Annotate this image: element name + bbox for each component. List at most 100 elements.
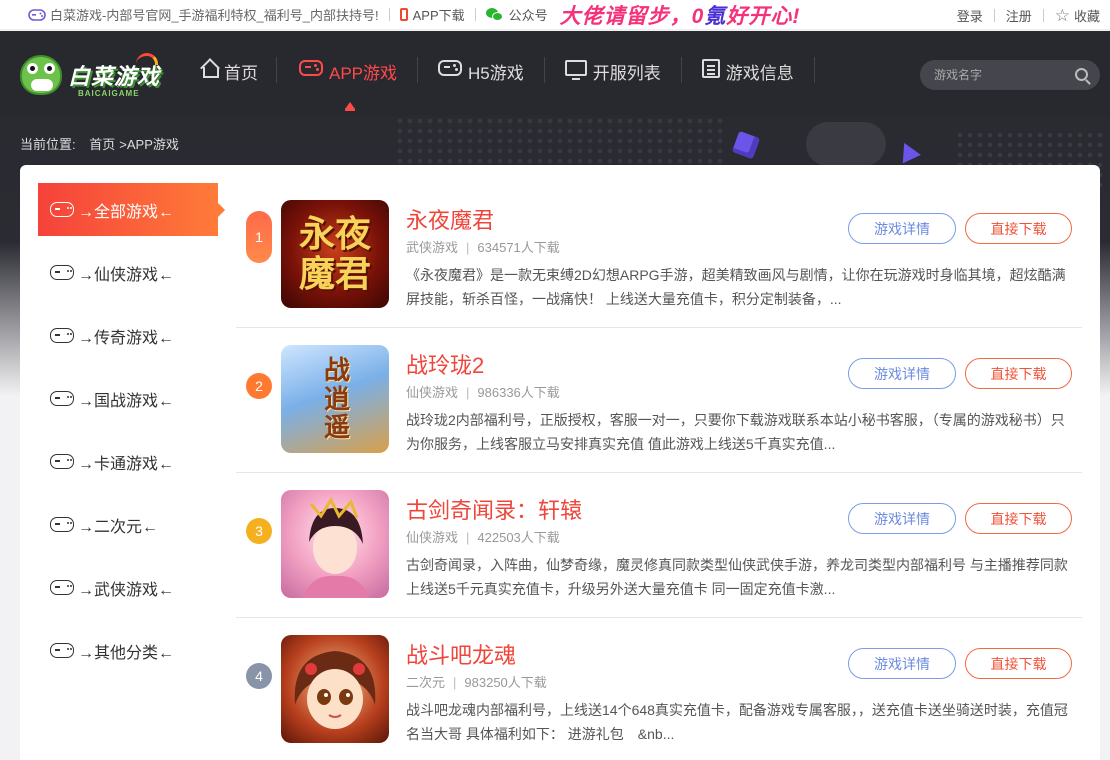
game-meta: 仙侠游戏 | 986336人下载 xyxy=(406,385,560,400)
download-button[interactable]: 直接下载 xyxy=(965,213,1072,244)
game-detail-button[interactable]: 游戏详情 xyxy=(848,213,956,244)
breadcrumb: 当前位置: 首页 >APP游戏 xyxy=(20,134,183,153)
sidebar-item-label: →二次元← xyxy=(78,518,159,536)
favorite-label: 收藏 xyxy=(1073,8,1100,24)
gamepad-icon xyxy=(50,265,74,280)
active-nav-indicator xyxy=(345,102,355,111)
favorite-link[interactable]: ☆ 收藏 xyxy=(1055,6,1100,25)
top-bar: 白菜游戏-内部号官网_手游福利特权_福利号_内部扶持号! APP下载 公众号 大… xyxy=(0,0,1110,30)
thumbnail-title: 战逍遥 xyxy=(323,355,350,443)
category-sidebar: →全部游戏← →仙侠游戏← →传奇游戏← →国战游戏← →卡通游戏← →二次元←… xyxy=(38,183,225,687)
frog-mascot-icon xyxy=(20,55,62,95)
divider xyxy=(474,8,476,21)
sidebar-item-other[interactable]: →其他分类← xyxy=(38,624,218,677)
sidebar-item-wuxia[interactable]: →武侠游戏← xyxy=(38,561,218,614)
monitor-icon xyxy=(564,60,587,80)
wechat-icon xyxy=(485,7,504,22)
game-category: 仙侠游戏 xyxy=(406,385,459,400)
login-link[interactable]: 登录 xyxy=(957,6,983,25)
game-item: 1 永夜魔君 永夜魔君 武侠游戏 | 634571人下载 《永夜魔君》是一款无束缚2… xyxy=(236,183,1082,328)
site-name-text: 白菜游戏-内部号官网_手游福利特权_福利号_内部扶持号! xyxy=(50,8,379,23)
nav-h5-games[interactable]: H5游戏 xyxy=(438,31,524,116)
game-list: 1 永夜魔君 永夜魔君 武侠游戏 | 634571人下载 《永夜魔君》是一款无束缚2… xyxy=(236,183,1082,760)
rank-badge: 3 xyxy=(246,518,272,544)
game-detail-button[interactable]: 游戏详情 xyxy=(848,503,956,534)
search-icon[interactable] xyxy=(1075,68,1088,81)
game-title[interactable]: 战斗吧龙魂 xyxy=(406,638,516,670)
game-downloads: 986336人下载 xyxy=(477,385,560,400)
divider xyxy=(993,8,995,22)
download-button[interactable]: 直接下载 xyxy=(965,648,1072,679)
gamepad-icon xyxy=(50,517,74,532)
sidebar-item-label: →全部游戏← xyxy=(78,203,175,221)
nav-divider xyxy=(276,57,277,83)
game-meta: 二次元 | 983250人下载 xyxy=(406,675,547,690)
triangle-decoration xyxy=(895,138,921,164)
wechat-label: 公众号 xyxy=(508,8,548,23)
game-thumbnail[interactable] xyxy=(281,635,389,743)
gamepad-icon xyxy=(50,328,74,343)
nav-home-label: 首页 xyxy=(224,64,258,83)
game-description: 《永夜魔君》是一款无束缚2D幻想ARPG手游，超美精致画风与剧情，让你在玩游戏时… xyxy=(406,267,1066,307)
game-item: 3 古剑奇闻录：轩辕 仙侠游戏 | 422503人下载 古剑奇闻录，入阵曲，仙梦奇缘… xyxy=(236,473,1082,618)
sidebar-item-legend[interactable]: →传奇游戏← xyxy=(38,309,218,362)
nav-home[interactable]: 首页 xyxy=(200,31,258,116)
nav-server-list[interactable]: 开服列表 xyxy=(564,31,661,116)
gamepad-icon xyxy=(50,643,74,658)
sidebar-item-label: →卡通游戏← xyxy=(78,455,175,473)
game-item: 4 战斗吧龙魂 二次元 | 983250人下载 战斗吧龙魂内部福利号，上线送14个6… xyxy=(236,618,1082,760)
game-thumbnail[interactable] xyxy=(281,490,389,598)
sidebar-item-label: →武侠游戏← xyxy=(78,581,175,599)
nav-game-info[interactable]: 游戏信息 xyxy=(701,31,794,116)
breadcrumb-home[interactable]: 首页 xyxy=(89,137,115,152)
gamepad-icon xyxy=(50,391,74,406)
game-title[interactable]: 古剑奇闻录：轩辕 xyxy=(406,493,582,525)
game-detail-button[interactable]: 游戏详情 xyxy=(848,648,956,679)
site-logo[interactable]: 白菜游戏 BAICAIGAME xyxy=(20,53,165,103)
promo-text-b: 好开心! xyxy=(726,4,801,28)
sidebar-item-anime[interactable]: →二次元← xyxy=(38,498,218,551)
download-button[interactable]: 直接下载 xyxy=(965,358,1072,389)
thumbnail-title: 永夜魔君 xyxy=(298,213,371,294)
game-meta: 武侠游戏 | 634571人下载 xyxy=(406,240,560,255)
promo-slogan: 大佬请留步，0氪好开心! xyxy=(560,0,801,30)
game-category: 仙侠游戏 xyxy=(406,530,459,545)
nav-h5-games-label: H5游戏 xyxy=(468,64,524,83)
rank-badge: 2 xyxy=(246,373,272,399)
game-title[interactable]: 战玲珑2 xyxy=(406,348,484,380)
game-detail-button[interactable]: 游戏详情 xyxy=(848,358,956,389)
sidebar-item-cartoon[interactable]: →卡通游戏← xyxy=(38,435,218,488)
content-panel: →全部游戏← →仙侠游戏← →传奇游戏← →国战游戏← →卡通游戏← →二次元←… xyxy=(20,165,1100,760)
gamepad-icon xyxy=(299,60,323,76)
site-name-link[interactable]: 白菜游戏-内部号官网_手游福利特权_福利号_内部扶持号! xyxy=(0,5,379,24)
wechat-link[interactable]: 公众号 xyxy=(485,5,548,24)
register-link[interactable]: 注册 xyxy=(1006,6,1032,25)
cube-decoration xyxy=(731,130,761,160)
account-links: 登录 注册 ☆ 收藏 xyxy=(957,0,1100,30)
search-input[interactable] xyxy=(934,60,1074,90)
app-download-label: APP下载 xyxy=(412,8,465,23)
game-category: 二次元 xyxy=(406,675,446,690)
breadcrumb-label: 当前位置: xyxy=(20,137,76,152)
promo-text-a: 大佬请留步， xyxy=(559,4,692,28)
app-download-link[interactable]: APP下载 xyxy=(399,5,465,24)
game-description: 战斗吧龙魂内部福利号，上线送14个648真实充值卡，配备游戏专属客服，，送充值卡… xyxy=(406,702,1068,742)
character-portrait-icon xyxy=(294,651,376,729)
sidebar-item-nation-war[interactable]: →国战游戏← xyxy=(38,372,218,425)
nav-divider xyxy=(543,57,545,83)
nav-server-list-label: 开服列表 xyxy=(592,64,661,83)
sidebar-item-label: →国战游戏← xyxy=(78,392,175,410)
game-description: 战玲珑2内部福利号，正版授权，客服一对一，只要你下载游戏联系本站小秘书客服，（专… xyxy=(406,412,1065,452)
game-category: 武侠游戏 xyxy=(406,240,459,255)
sidebar-item-all[interactable]: →全部游戏← xyxy=(38,183,225,236)
phone-icon xyxy=(399,8,408,21)
game-thumbnail[interactable]: 战逍遥 xyxy=(281,345,389,453)
game-thumbnail[interactable]: 永夜魔君 xyxy=(281,200,389,308)
star-icon: ☆ xyxy=(1054,5,1070,25)
nav-divider xyxy=(680,57,682,83)
logo-arc xyxy=(136,53,158,65)
download-button[interactable]: 直接下载 xyxy=(965,503,1072,534)
gamepad-icon xyxy=(50,202,74,217)
game-title[interactable]: 永夜魔君 xyxy=(406,203,494,235)
sidebar-item-xianxia[interactable]: →仙侠游戏← xyxy=(38,246,218,299)
